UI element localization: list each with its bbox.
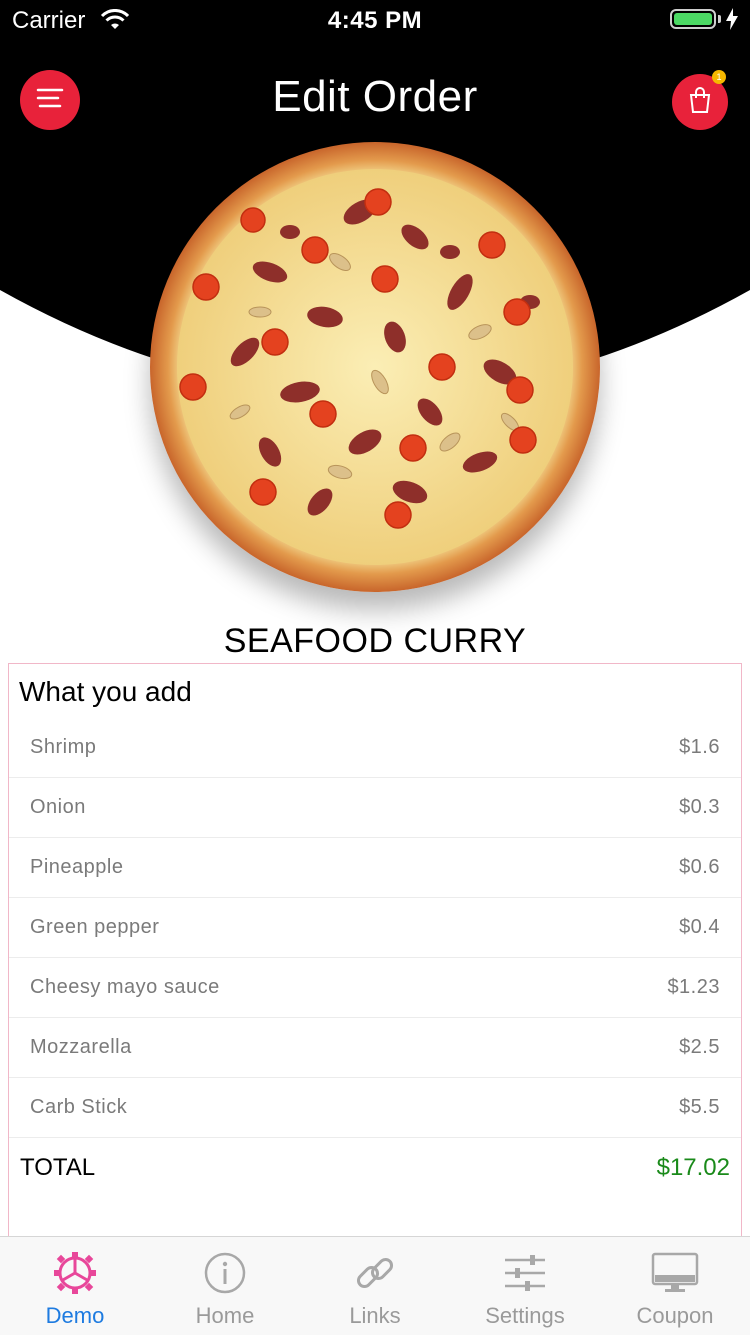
link-icon — [353, 1249, 397, 1297]
battery-icon — [670, 9, 716, 29]
addon-name: Onion — [30, 796, 86, 818]
gear-icon — [53, 1249, 97, 1297]
tab-label: Home — [195, 1303, 255, 1328]
shopping-bag-icon — [687, 86, 713, 119]
tab-label: Links — [349, 1303, 401, 1328]
tab-links[interactable]: Links — [300, 1237, 450, 1335]
info-icon — [203, 1249, 247, 1297]
addon-row[interactable]: Cheesy mayo sauce $1.23 — [9, 958, 741, 1018]
tab-settings[interactable]: Settings — [450, 1237, 600, 1335]
addon-row[interactable]: Mozzarella $2.5 — [9, 1018, 741, 1078]
tab-demo[interactable]: Demo — [0, 1237, 150, 1335]
status-bar: Carrier 4:45 PM — [0, 0, 750, 40]
cart-badge: 1 — [712, 70, 726, 84]
addons-card: What you add Shrimp $1.6 Onion $0.3 Pine… — [8, 663, 742, 1263]
monitor-icon — [651, 1249, 699, 1297]
addon-price: $5.5 — [679, 1096, 720, 1118]
tab-label: Coupon — [636, 1303, 714, 1328]
tab-label: Settings — [485, 1303, 565, 1328]
tab-label: Demo — [45, 1303, 105, 1328]
tab-home[interactable]: Home — [150, 1237, 300, 1335]
addon-price: $2.5 — [679, 1036, 720, 1058]
addon-name: Pineapple — [30, 856, 124, 878]
battery-tip — [718, 15, 721, 23]
tab-coupon[interactable]: Coupon — [600, 1237, 750, 1335]
addon-row[interactable]: Shrimp $1.6 — [9, 718, 741, 778]
addon-price: $1.6 — [679, 736, 720, 758]
addon-list: Shrimp $1.6 Onion $0.3 Pineapple $0.6 Gr… — [9, 718, 741, 1138]
addon-row[interactable]: Green pepper $0.4 — [9, 898, 741, 958]
addon-row[interactable]: Pineapple $0.6 — [9, 838, 741, 898]
total-row: TOTAL $17.02 — [9, 1138, 741, 1198]
product-image — [150, 142, 600, 592]
product-name: SEAFOOD CURRY — [223, 622, 527, 660]
addon-name: Carb Stick — [30, 1096, 128, 1118]
addon-price: $0.6 — [679, 856, 720, 878]
addon-price: $1.23 — [667, 976, 720, 998]
addon-name: Green pepper — [30, 916, 160, 938]
addon-price: $0.3 — [679, 796, 720, 818]
tab-bar: Demo Home Links Settings Coupon — [0, 1236, 750, 1335]
addon-price: $0.4 — [679, 916, 720, 938]
addon-name: Cheesy mayo sauce — [30, 976, 220, 998]
addon-name: Shrimp — [30, 736, 97, 758]
total-label: TOTAL — [20, 1154, 96, 1181]
addon-row[interactable]: Onion $0.3 — [9, 778, 741, 838]
charging-icon — [726, 8, 738, 37]
total-value: $17.02 — [656, 1154, 730, 1181]
addon-name: Mozzarella — [30, 1036, 132, 1058]
sliders-icon — [503, 1249, 547, 1297]
page-title: Edit Order — [272, 72, 478, 121]
clock: 4:45 PM — [327, 7, 423, 34]
addons-title: What you add — [19, 676, 192, 707]
addon-row[interactable]: Carb Stick $5.5 — [9, 1078, 741, 1138]
